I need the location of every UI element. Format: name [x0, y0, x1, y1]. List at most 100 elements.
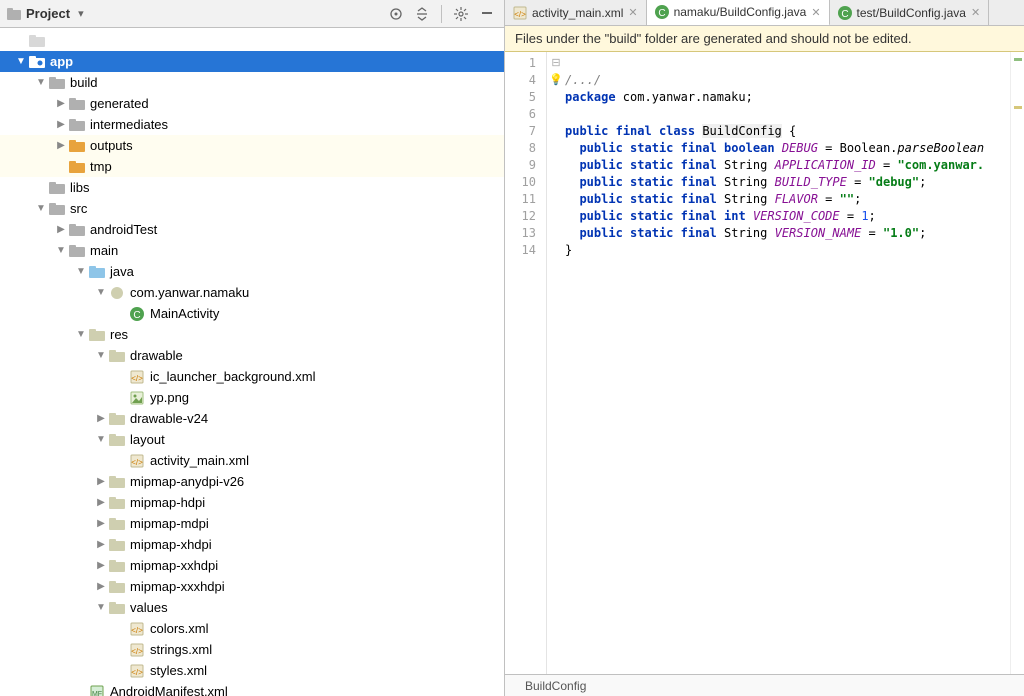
tree-item[interactable]: ▼ com.yanwar.namaku [0, 282, 504, 303]
line-number: 9 [505, 157, 536, 174]
tree-item[interactable]: yp.png [0, 387, 504, 408]
line-number: 11 [505, 191, 536, 208]
chevron-right-icon[interactable]: ▶ [94, 517, 108, 531]
editor-tab[interactable]: Ctest/BuildConfig.java✕ [830, 0, 990, 25]
chevron-right-icon[interactable]: ▶ [94, 580, 108, 594]
gear-icon[interactable] [450, 4, 472, 24]
tree-item[interactable]: ▼values [0, 597, 504, 618]
chevron-right-icon[interactable]: ▶ [54, 139, 68, 153]
project-tree[interactable]: ▼app▼build▶generated▶intermediates▶outpu… [0, 28, 504, 696]
chevron-right-icon[interactable]: ▶ [54, 223, 68, 237]
chevron-down-icon[interactable]: ▼ [54, 244, 68, 258]
chevron-down-icon[interactable]: ▼ [94, 349, 108, 363]
breadcrumb-segment[interactable]: BuildConfig [515, 679, 646, 693]
tree-item[interactable] [0, 30, 504, 51]
chevron-down-icon[interactable]: ▼ [94, 286, 108, 300]
code-viewport[interactable]: /.../ package com.yanwar.namaku; public … [565, 52, 1010, 674]
collapse-icon[interactable] [411, 4, 433, 24]
tree-item[interactable]: libs [0, 177, 504, 198]
folder-icon [48, 75, 66, 91]
chevron-down-icon[interactable]: ▼ [94, 601, 108, 615]
code-text: = Boolean. [818, 141, 897, 155]
chevron-right-icon[interactable]: ▶ [54, 97, 68, 111]
chevron-down-icon[interactable]: ▼ [74, 328, 88, 342]
tree-item[interactable]: </>styles.xml [0, 660, 504, 681]
tree-item[interactable]: ▼src [0, 198, 504, 219]
folder-icon [48, 180, 66, 196]
tree-item[interactable]: ▶androidTest [0, 219, 504, 240]
line-number: 12 [505, 208, 536, 225]
chevron-down-icon[interactable]: ▼ [14, 55, 28, 69]
line-number: 1 [505, 55, 536, 72]
tree-item[interactable]: ▶mipmap-xxxhdpi [0, 576, 504, 597]
chevron-right-icon[interactable]: ▶ [94, 538, 108, 552]
tree-item[interactable]: ▶intermediates [0, 114, 504, 135]
tree-item-label: mipmap-hdpi [130, 495, 205, 510]
code-type: String [724, 158, 767, 172]
chevron-down-icon[interactable]: ▼ [94, 433, 108, 447]
project-dropdown-icon[interactable]: ▾ [78, 7, 84, 20]
tree-item[interactable]: MFAndroidManifest.xml [0, 681, 504, 696]
code-text: parseBoolean [897, 141, 984, 155]
folder-res-icon [108, 495, 126, 511]
class-icon: C [128, 306, 146, 322]
editor-tab[interactable]: Cnamaku/BuildConfig.java ✕ [647, 0, 830, 26]
chevron-down-icon[interactable]: ▼ [74, 265, 88, 279]
tree-item[interactable]: ▼drawable [0, 345, 504, 366]
tree-item[interactable]: ▶outputs [0, 135, 504, 156]
tree-item[interactable]: ▼main [0, 240, 504, 261]
code-field: APPLICATION_ID [775, 158, 876, 172]
target-icon[interactable] [385, 4, 407, 24]
tree-item[interactable]: </>strings.xml [0, 639, 504, 660]
tree-item[interactable]: ▼res [0, 324, 504, 345]
code-type: String [724, 192, 767, 206]
xml-icon: </> [128, 369, 146, 385]
editor-marker-bar[interactable] [1010, 52, 1024, 674]
class-icon: C [655, 5, 669, 19]
close-icon[interactable]: ✕ [811, 6, 820, 19]
tree-item[interactable]: ▼layout [0, 429, 504, 450]
tab-label: test/BuildConfig.java [857, 6, 966, 20]
tree-item[interactable]: ▶ mipmap-hdpi [0, 492, 504, 513]
tree-item[interactable]: ▼java [0, 261, 504, 282]
tree-item[interactable]: ▶mipmap-xhdpi [0, 534, 504, 555]
tree-item[interactable]: </>colors.xml [0, 618, 504, 639]
tree-item[interactable]: ▼ build [0, 72, 504, 93]
editor-tab[interactable]: </>activity_main.xml✕ [505, 0, 647, 25]
tree-item-label: mipmap-xxhdpi [130, 558, 218, 573]
tree-item[interactable]: ▶ mipmap-xxhdpi [0, 555, 504, 576]
chevron-right-icon[interactable]: ▶ [94, 412, 108, 426]
chevron-down-icon[interactable]: ▼ [34, 202, 48, 216]
tree-item-label: build [70, 75, 97, 90]
tree-item[interactable]: </>activity_main.xml [0, 450, 504, 471]
tab-label: namaku/BuildConfig.java [674, 5, 807, 19]
code-keyword: public [579, 226, 622, 240]
close-icon[interactable]: ✕ [971, 6, 980, 19]
project-title[interactable]: Project [26, 6, 70, 21]
chevron-right-icon[interactable]: ▶ [94, 475, 108, 489]
tree-item-label: com.yanwar.namaku [130, 285, 249, 300]
tree-item[interactable]: tmp [0, 156, 504, 177]
project-header: Project ▾ [0, 0, 504, 28]
tree-item[interactable]: ▶mipmap-mdpi [0, 513, 504, 534]
tree-item[interactable]: </>ic_launcher_background.xml [0, 366, 504, 387]
chevron-right-icon[interactable]: ▶ [54, 118, 68, 132]
tree-item[interactable]: CMainActivity [0, 303, 504, 324]
code-keyword: public [579, 158, 622, 172]
chevron-right-icon[interactable]: ▶ [94, 559, 108, 573]
breadcrumb[interactable]: BuildConfig [505, 674, 1024, 696]
code-keyword: static [630, 209, 673, 223]
tree-item[interactable]: ▶ mipmap-anydpi-v26 [0, 471, 504, 492]
hide-icon[interactable] [476, 4, 498, 24]
code-field: BUILD_TYPE [775, 175, 847, 189]
chevron-right-icon[interactable]: ▶ [94, 496, 108, 510]
line-number: 7 [505, 123, 536, 140]
code-keyword: public [579, 209, 622, 223]
tree-item[interactable]: ▼app [0, 51, 504, 72]
tree-item[interactable]: ▶generated [0, 93, 504, 114]
chevron-down-icon[interactable]: ▼ [34, 76, 48, 90]
tree-item-label: mipmap-anydpi-v26 [130, 474, 244, 489]
tree-item[interactable]: ▶drawable-v24 [0, 408, 504, 429]
code-text: ; [869, 209, 876, 223]
close-icon[interactable]: ✕ [628, 6, 637, 19]
